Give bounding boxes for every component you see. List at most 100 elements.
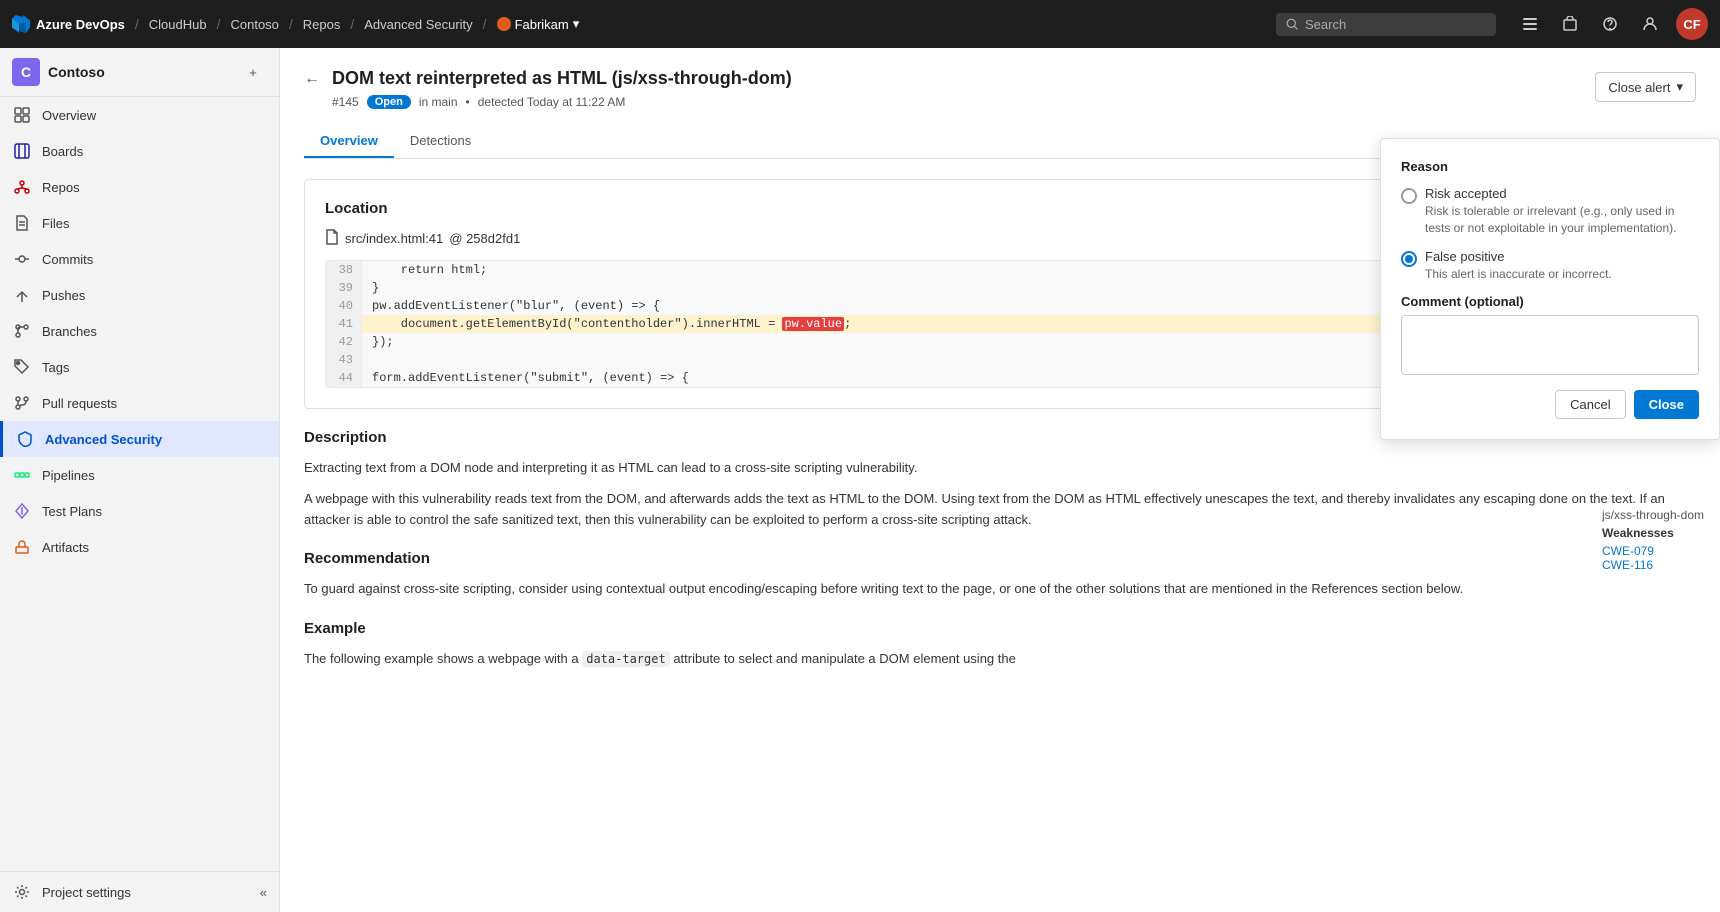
sidebar-item-pipelines[interactable]: Pipelines: [0, 457, 279, 493]
sidebar-item-overview[interactable]: Overview: [0, 97, 279, 133]
code-tag: data-target: [582, 651, 669, 667]
sidebar-item-boards[interactable]: Boards: [0, 133, 279, 169]
brand-dot: [497, 17, 511, 31]
false-positive-label: False positive: [1425, 249, 1699, 264]
search-placeholder: Search: [1305, 17, 1346, 32]
overview-icon: [12, 105, 32, 125]
pull-requests-icon: [12, 393, 32, 413]
cwe-2-link[interactable]: CWE-116: [1602, 558, 1704, 572]
page-meta: #145 Open in main • detected Today at 11…: [332, 95, 1583, 109]
sidebar-item-branches[interactable]: Branches: [0, 313, 279, 349]
sidebar-label-pull-requests: Pull requests: [42, 396, 117, 411]
side-ref: js/xss-through-dom: [1602, 508, 1704, 522]
panel-actions: Cancel Close: [1401, 390, 1699, 419]
add-project-button[interactable]: +: [239, 58, 267, 86]
tab-detections[interactable]: Detections: [394, 125, 487, 158]
sidebar-item-files[interactable]: Files: [0, 205, 279, 241]
pipelines-icon: [12, 465, 32, 485]
sidebar-label-overview: Overview: [42, 108, 96, 123]
recommendation-title: Recommendation: [304, 550, 1696, 567]
files-icon: [12, 213, 32, 233]
commits-icon: [12, 249, 32, 269]
project-settings-label: Project settings: [42, 885, 131, 900]
breadcrumb-contoso[interactable]: Contoso: [230, 17, 278, 32]
breadcrumb-advanced-security[interactable]: Advanced Security: [364, 17, 472, 32]
example-text: The following example shows a webpage wi…: [304, 649, 1696, 670]
tab-overview[interactable]: Overview: [304, 125, 394, 158]
example-section: Example The following example shows a we…: [304, 620, 1696, 670]
back-button[interactable]: ←: [304, 70, 320, 88]
recommendation-text: To guard against cross-site scripting, c…: [304, 579, 1696, 600]
risk-accepted-radio[interactable]: [1401, 188, 1417, 204]
sidebar-label-commits: Commits: [42, 252, 93, 267]
sidebar-label-pushes: Pushes: [42, 288, 85, 303]
alert-location: in main: [419, 95, 458, 109]
help-icon[interactable]: [1596, 10, 1624, 38]
sidebar-label-test-plans: Test Plans: [42, 504, 102, 519]
recommendation-section: Recommendation To guard against cross-si…: [304, 550, 1696, 600]
sidebar-label-files: Files: [42, 216, 69, 231]
project-brand[interactable]: Fabrikam ▾: [497, 16, 580, 32]
avatar[interactable]: CF: [1676, 8, 1708, 40]
sidebar-label-boards: Boards: [42, 144, 83, 159]
page-header: ← DOM text reinterpreted as HTML (js/xss…: [304, 68, 1696, 109]
page-title: DOM text reinterpreted as HTML (js/xss-t…: [332, 68, 1583, 89]
close-alert-button[interactable]: Close alert ▾: [1595, 72, 1696, 102]
alert-number: #145: [332, 95, 359, 109]
sidebar-item-pushes[interactable]: Pushes: [0, 277, 279, 313]
false-positive-option[interactable]: False positive This alert is inaccurate …: [1401, 249, 1699, 283]
sidebar-label-branches: Branches: [42, 324, 97, 339]
breadcrumb-cloudhub[interactable]: CloudHub: [149, 17, 207, 32]
comment-label: Comment (optional): [1401, 294, 1699, 309]
close-alert-panel: Reason Risk accepted Risk is tolerable o…: [1380, 138, 1720, 440]
user-icon[interactable]: [1636, 10, 1664, 38]
artifacts-icon: [12, 537, 32, 557]
cwe-1-link[interactable]: CWE-079: [1602, 544, 1704, 558]
breadcrumb-repos[interactable]: Repos: [303, 17, 341, 32]
tags-icon: [12, 357, 32, 377]
sidebar-item-test-plans[interactable]: Test Plans: [0, 493, 279, 529]
close-primary-button[interactable]: Close: [1634, 390, 1699, 419]
branches-icon: [12, 321, 32, 341]
sidebar-footer: Project settings «: [0, 871, 279, 912]
project-icon: C: [12, 58, 40, 86]
example-title: Example: [304, 620, 1696, 637]
sidebar-header: C Contoso +: [0, 48, 279, 97]
sidebar-item-tags[interactable]: Tags: [0, 349, 279, 385]
sidebar-item-repos[interactable]: Repos: [0, 169, 279, 205]
risk-accepted-label: Risk accepted: [1425, 186, 1699, 201]
file-icon: [325, 229, 339, 248]
sidebar-item-artifacts[interactable]: Artifacts: [0, 529, 279, 565]
false-positive-radio[interactable]: [1401, 251, 1417, 267]
sidebar-label-advanced-security: Advanced Security: [45, 432, 162, 447]
store-icon[interactable]: [1556, 10, 1584, 38]
comment-textarea[interactable]: [1401, 315, 1699, 375]
description-section: Description Extracting text from a DOM n…: [304, 429, 1696, 530]
test-plans-icon: [12, 501, 32, 521]
list-icon[interactable]: [1516, 10, 1544, 38]
sidebar-item-commits[interactable]: Commits: [0, 241, 279, 277]
sidebar-item-advanced-security[interactable]: Advanced Security: [0, 421, 279, 457]
file-path: src/index.html:41: [345, 231, 443, 246]
risk-accepted-desc: Risk is tolerable or irrelevant (e.g., o…: [1425, 203, 1699, 237]
close-alert-panel-title: Reason: [1401, 159, 1699, 174]
project-name: Contoso: [48, 64, 231, 80]
boards-icon: [12, 141, 32, 161]
azure-devops-logo[interactable]: Azure DevOps: [12, 15, 125, 33]
side-info: js/xss-through-dom Weaknesses CWE-079 CW…: [1602, 508, 1704, 572]
topnav: Azure DevOps / CloudHub / Contoso / Repo…: [0, 0, 1720, 48]
sidebar-label-tags: Tags: [42, 360, 69, 375]
sidebar: C Contoso + Overview Boards Repos: [0, 48, 280, 912]
sidebar-label-pipelines: Pipelines: [42, 468, 95, 483]
advanced-security-icon: [15, 429, 35, 449]
collapse-icon[interactable]: «: [260, 885, 267, 900]
sidebar-item-project-settings[interactable]: Project settings «: [0, 872, 279, 912]
cancel-button[interactable]: Cancel: [1555, 390, 1625, 419]
risk-accepted-option[interactable]: Risk accepted Risk is tolerable or irrel…: [1401, 186, 1699, 237]
app-layout: C Contoso + Overview Boards Repos: [0, 48, 1720, 912]
content-area: ← DOM text reinterpreted as HTML (js/xss…: [280, 48, 1720, 912]
pushes-icon: [12, 285, 32, 305]
page-title-block: DOM text reinterpreted as HTML (js/xss-t…: [332, 68, 1583, 109]
sidebar-item-pull-requests[interactable]: Pull requests: [0, 385, 279, 421]
search-bar[interactable]: Search: [1276, 13, 1496, 36]
